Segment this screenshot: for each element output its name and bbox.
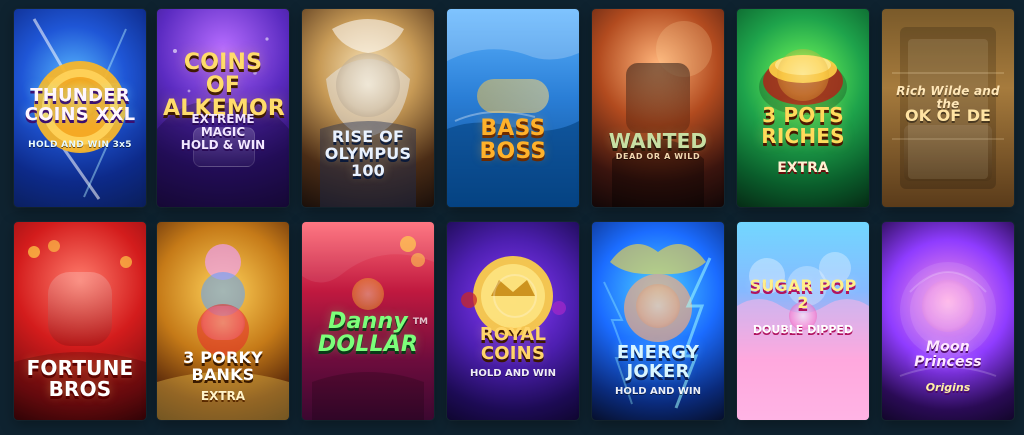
game-tile-sugar-pop-2-double-dipped[interactable]: SUGAR POP 2 DOUBLE DIPPED <box>737 222 869 420</box>
game-subtitle: HOLD AND WIN <box>614 386 702 397</box>
game-subtitle: OK OF DE <box>905 106 991 125</box>
game-title: ROYAL COINS <box>479 324 547 364</box>
game-tile-energy-joker[interactable]: ENERGY JOKER HOLD AND WIN <box>592 222 724 420</box>
game-subtitle: EXTRA <box>777 160 829 176</box>
game-tile-rise-of-olympus-100[interactable]: RISE OF OLYMPUS 100 <box>302 9 434 207</box>
game-title: Danny DOLLAR <box>317 309 419 358</box>
game-title: FORTUNE BROS <box>26 356 134 401</box>
wanted-art <box>612 21 712 207</box>
game-title: SUGAR POP 2 <box>749 276 857 312</box>
game-tile-fortune-bros[interactable]: FORTUNE BROS <box>14 222 146 420</box>
game-subtitle: DOUBLE DIPPED <box>752 323 854 336</box>
game-title: BASS BOSS <box>479 116 547 165</box>
game-tile-danny-dollar[interactable]: Danny DOLLAR TM <box>302 222 434 420</box>
game-tile-moon-princess-origins[interactable]: Moon Princess Origins <box>882 222 1014 420</box>
game-tile-book-of-dead[interactable]: Rich Wilde and the OK OF DE <box>882 9 1014 207</box>
game-title: THUNDER COINS XXL <box>24 85 136 125</box>
game-title: RISE OF OLYMPUS 100 <box>324 127 412 180</box>
game-subtitle: DEAD OR A WILD <box>615 152 701 161</box>
game-subtitle: EXTRA <box>200 389 246 403</box>
game-tile-3-pots-riches-extra[interactable]: 3 POTS RICHES EXTRA <box>737 9 869 207</box>
game-subtitle: HOLD AND WIN <box>469 368 557 379</box>
game-title: COINS OF ALKEMOR <box>163 50 286 122</box>
royal-coins-art <box>461 256 566 336</box>
game-title: Moon Princess <box>914 339 982 370</box>
game-tile-3-porky-banks-extra[interactable]: 3 PORKY BANKS EXTRA <box>157 222 289 420</box>
game-tile-thunder-coins-xxl[interactable]: THUNDER COINS XXL HOLD AND WIN 3x5 <box>14 9 146 207</box>
game-title: 3 POTS RICHES <box>761 103 845 148</box>
game-tile-wanted-dead-or-a-wild[interactable]: WANTED DEAD OR A WILD <box>592 9 724 207</box>
games-grid: THUNDER COINS XXL HOLD AND WIN 3x5 COINS… <box>0 0 1024 435</box>
game-title: WANTED <box>608 129 708 153</box>
game-title: 3 PORKY BANKS <box>183 348 263 384</box>
sugar-pop-art <box>737 252 869 420</box>
game-subtitle: EXTREME MAGIC HOLD & WIN <box>180 112 266 153</box>
game-tile-royal-coins[interactable]: ROYAL COINS HOLD AND WIN <box>447 222 579 420</box>
game-title: ENERGY JOKER <box>616 342 700 382</box>
game-subtitle: Origins <box>925 381 971 394</box>
game-subtitle: HOLD AND WIN 3x5 <box>28 140 132 150</box>
game-tile-bass-boss[interactable]: BASS BOSS <box>447 9 579 207</box>
bass-art <box>447 9 579 207</box>
game-tile-coins-of-alkemor[interactable]: COINS OF ALKEMOR EXTREME MAGIC HOLD & WI… <box>157 9 289 207</box>
game-subtitle: TM <box>412 317 428 327</box>
